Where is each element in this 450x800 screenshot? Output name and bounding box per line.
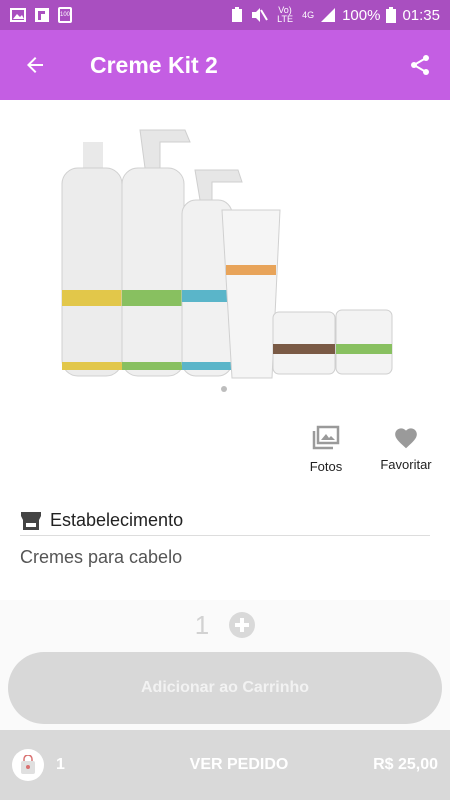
product-image[interactable]: [0, 100, 450, 410]
order-total: R$ 25,00: [373, 756, 438, 773]
product-actions: Fotos Favoritar: [296, 425, 436, 474]
shopping-bag-icon: [21, 755, 35, 774]
favorite-button[interactable]: Favoritar: [376, 425, 436, 474]
store-icon: [21, 511, 41, 530]
page-title: Creme Kit 2: [90, 51, 218, 78]
mute-icon: [252, 8, 268, 22]
cart-count: 1: [56, 756, 65, 773]
heart-icon: [395, 428, 417, 449]
establishment-value: Cremes para cabelo: [20, 547, 183, 567]
share-button[interactable]: [390, 30, 450, 100]
notification-count: 100: [60, 11, 71, 18]
gallery-notification-icon: [10, 8, 26, 22]
quantity-value: 1: [194, 609, 210, 640]
status-bar: 100 Vo) LTE 4G 100% 01:35: [0, 0, 450, 30]
establishment-heading: Estabelecimento: [50, 510, 184, 530]
volte-label: Vo) LTE: [277, 5, 293, 24]
quantity-stepper: 1: [0, 605, 450, 645]
favorite-label: Favoritar: [380, 457, 432, 472]
notification-count-icon: 100: [58, 7, 72, 23]
cart-icon: [12, 749, 44, 781]
photos-button[interactable]: Fotos: [296, 425, 356, 474]
back-button[interactable]: [0, 30, 70, 100]
order-bar[interactable]: 1 VER PEDIDO R$ 25,00: [0, 730, 450, 800]
photos-label: Fotos: [309, 459, 343, 474]
product-photo: [61, 129, 393, 379]
battery-percent: 100%: [342, 6, 381, 24]
arrow-left-icon: [27, 57, 43, 73]
battery-saver-icon: [232, 7, 243, 22]
signal-icon: [321, 8, 336, 22]
photos-icon: [312, 425, 340, 450]
battery-icon: [386, 7, 397, 23]
app-notification-icon: [35, 8, 49, 22]
establishment-header: Estabelecimento: [20, 506, 430, 536]
app-bar: Creme Kit 2: [0, 30, 450, 100]
plus-icon[interactable]: [229, 612, 256, 638]
share-icon: [411, 55, 429, 75]
carousel-indicator: [221, 386, 227, 392]
add-to-cart-button[interactable]: Adicionar ao Carrinho: [8, 652, 442, 724]
network-type: 4G: [302, 9, 315, 20]
screen: 100 Vo) LTE 4G 100% 01:35 Creme Kit 2 Fo…: [0, 0, 450, 800]
clock: 01:35: [402, 6, 440, 24]
view-order-label: VER PEDIDO: [189, 756, 289, 773]
